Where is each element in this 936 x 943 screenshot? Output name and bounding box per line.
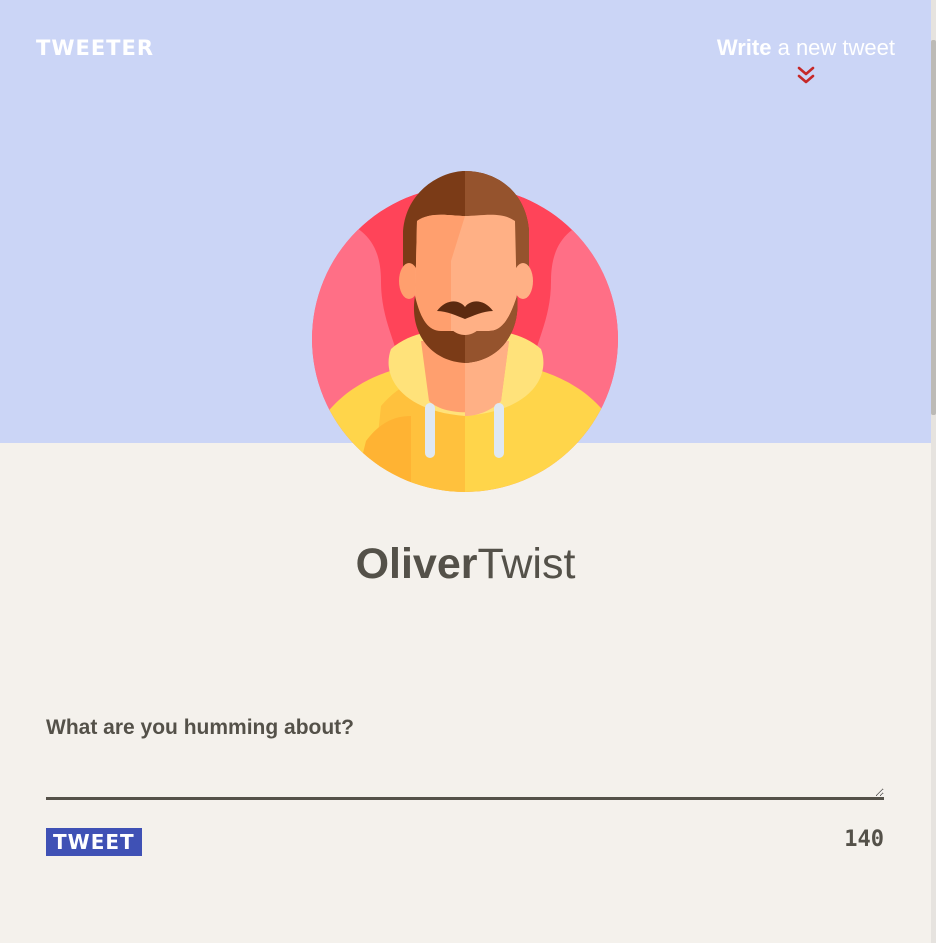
profile-last-name: Twist <box>477 540 576 588</box>
avatar <box>312 171 618 492</box>
app-logo[interactable]: TWEETER <box>36 35 154 61</box>
profile-first-name: Oliver <box>355 540 478 588</box>
page: TWEETER Write a new tweet OliverTwist Wh… <box>0 0 936 943</box>
compose-link-bold-text: Write <box>716 35 772 60</box>
page-scrollbar[interactable] <box>931 0 936 943</box>
tweet-button[interactable]: TWEET <box>46 828 142 856</box>
scrollbar-thumb[interactable] <box>931 40 936 415</box>
tweet-prompt-label: What are you humming about? <box>46 716 354 739</box>
character-counter: 140 <box>844 827 884 852</box>
write-new-tweet-link[interactable]: Write a new tweet <box>717 34 895 62</box>
compose-link-light-text: a new tweet <box>771 35 895 60</box>
profile-name: OliverTwist <box>0 538 931 590</box>
tweet-textarea[interactable] <box>46 754 884 800</box>
double-chevron-down-icon[interactable] <box>796 66 816 86</box>
